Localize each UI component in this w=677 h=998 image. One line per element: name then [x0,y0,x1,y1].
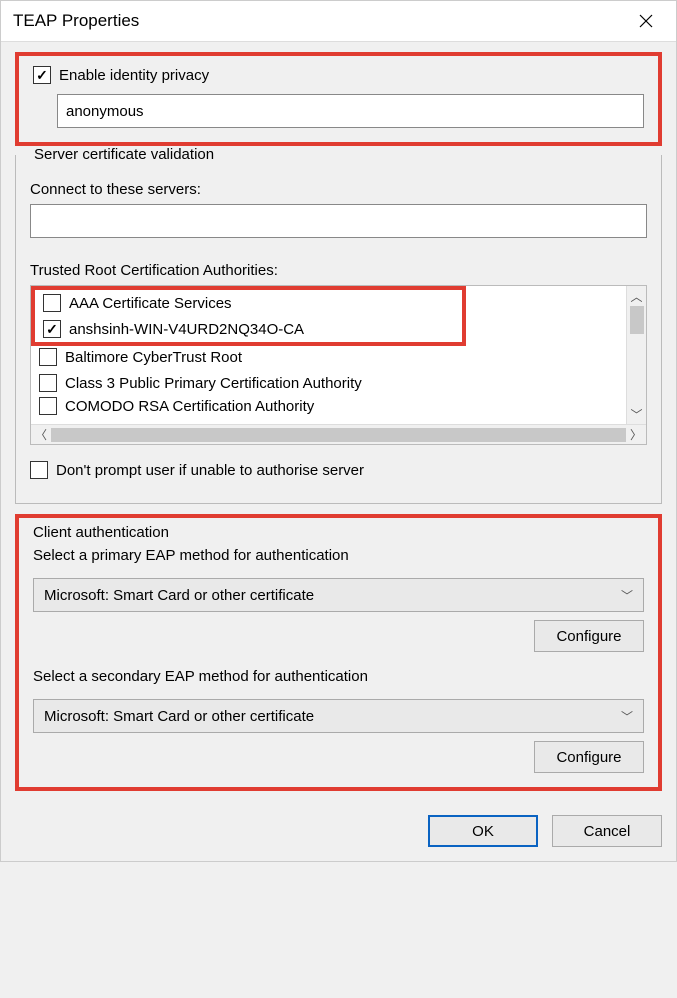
dont-prompt-row: Don't prompt user if unable to authorise… [30,461,647,479]
ca-name: anshsinh-WIN-V4URD2NQ34O-CA [69,321,304,338]
teap-properties-dialog: TEAP Properties Enable identity privacy … [0,0,677,862]
scrollbar-thumb[interactable] [630,306,644,334]
enable-identity-privacy-row: Enable identity privacy [33,66,644,84]
configure-secondary-button[interactable]: Configure [534,741,644,773]
vertical-scrollbar[interactable]: ︿ ﹀ [626,286,646,424]
secondary-eap-dropdown[interactable]: Microsoft: Smart Card or other certifica… [33,699,644,733]
server-validation-legend: Server certificate validation [30,146,218,163]
ca-item[interactable]: Baltimore CyberTrust Root [31,344,626,370]
ca-name: Class 3 Public Primary Certification Aut… [65,375,362,392]
ca-checkbox[interactable] [43,320,61,338]
primary-eap-value: Microsoft: Smart Card or other certifica… [44,587,314,604]
titlebar: TEAP Properties [1,1,676,42]
dialog-content: Enable identity privacy Server certifica… [1,42,676,805]
highlight-ca-selection: AAA Certificate Services anshsinh-WIN-V4… [31,286,466,346]
primary-eap-dropdown[interactable]: Microsoft: Smart Card or other certifica… [33,578,644,612]
client-auth-legend: Client authentication [33,524,644,541]
trusted-roots-listbox: AAA Certificate Services anshsinh-WIN-V4… [30,285,647,445]
secondary-eap-label: Select a secondary EAP method for authen… [33,668,644,685]
ca-item[interactable]: Class 3 Public Primary Certification Aut… [31,370,626,396]
ca-name: COMODO RSA Certification Authority [65,398,314,415]
configure-primary-button[interactable]: Configure [534,620,644,652]
window-title: TEAP Properties [13,11,139,31]
ca-name: AAA Certificate Services [69,295,232,312]
ca-item[interactable]: COMODO RSA Certification Authority [31,396,626,416]
server-certificate-validation-group: Server certificate validation Connect to… [15,146,662,504]
close-icon [639,14,653,28]
client-authentication-group: Client authentication Select a primary E… [19,518,658,787]
ca-name: Baltimore CyberTrust Root [65,349,242,366]
ca-list[interactable]: AAA Certificate Services anshsinh-WIN-V4… [31,286,626,424]
dont-prompt-label: Don't prompt user if unable to authorise… [56,462,364,479]
scroll-down-icon[interactable]: ﹀ [627,404,646,424]
ca-item[interactable]: AAA Certificate Services [35,290,462,316]
scroll-up-icon[interactable]: ︿ [627,286,646,306]
highlight-identity-privacy: Enable identity privacy [15,52,662,146]
ca-checkbox[interactable] [39,348,57,366]
highlight-client-authentication: Client authentication Select a primary E… [15,514,662,791]
scroll-right-icon[interactable]: 〉 [626,425,646,444]
scrollbar-thumb[interactable] [51,428,626,442]
connect-servers-input[interactable] [30,204,647,238]
enable-identity-privacy-checkbox[interactable] [33,66,51,84]
chevron-down-icon: ﹀ [621,708,633,725]
ok-button[interactable]: OK [428,815,538,847]
scroll-left-icon[interactable]: 〈 [31,425,51,444]
ca-checkbox[interactable] [39,397,57,415]
primary-eap-label: Select a primary EAP method for authenti… [33,547,644,564]
ca-checkbox[interactable] [43,294,61,312]
close-button[interactable] [626,7,666,35]
connect-servers-label: Connect to these servers: [30,181,647,198]
cancel-button[interactable]: Cancel [552,815,662,847]
dialog-footer: OK Cancel [1,805,676,861]
trusted-roots-label: Trusted Root Certification Authorities: [30,262,647,279]
ca-item[interactable]: anshsinh-WIN-V4URD2NQ34O-CA [35,316,462,342]
identity-privacy-input[interactable] [57,94,644,128]
horizontal-scrollbar[interactable]: 〈 〉 [31,424,646,444]
secondary-eap-value: Microsoft: Smart Card or other certifica… [44,708,314,725]
enable-identity-privacy-label: Enable identity privacy [59,67,209,84]
dont-prompt-checkbox[interactable] [30,461,48,479]
chevron-down-icon: ﹀ [621,587,633,604]
ca-checkbox[interactable] [39,374,57,392]
